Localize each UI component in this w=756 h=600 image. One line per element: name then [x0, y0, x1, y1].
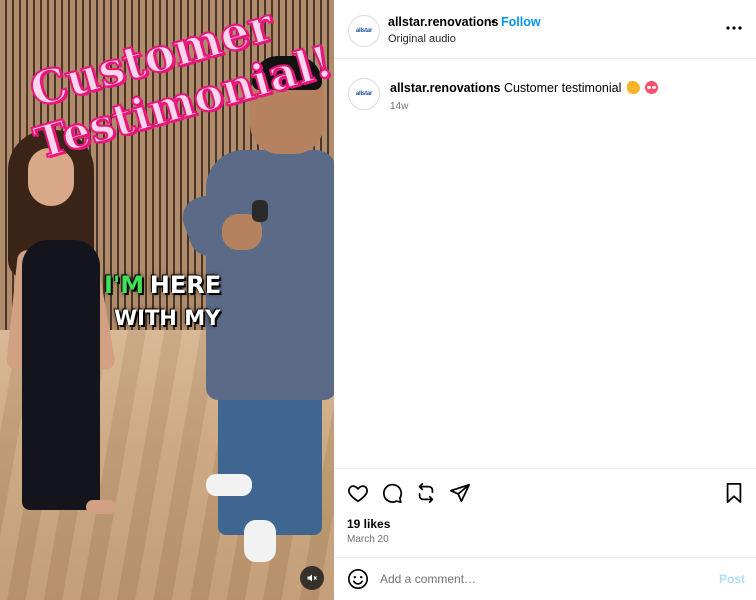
likes-count[interactable]: 19 likes: [347, 517, 390, 531]
subtitle-word-green: I'M: [104, 271, 145, 299]
person-man-shoe: [244, 520, 276, 562]
heart-eyes-emoji: [645, 81, 659, 94]
caption-username[interactable]: allstar.renovations: [390, 81, 500, 95]
comment-input[interactable]: [380, 569, 700, 589]
person-man-shirt: [206, 150, 334, 400]
heart-icon: [348, 485, 368, 503]
microphone: [252, 200, 268, 222]
action-bar: 19 likes March 20: [334, 468, 756, 556]
more-options-icon: [726, 26, 742, 30]
comment-icon: [383, 483, 403, 504]
share-button[interactable]: [448, 481, 472, 505]
repost-icon: [418, 482, 434, 504]
mute-button[interactable]: [300, 566, 324, 590]
smiley-icon: [348, 569, 368, 589]
more-options-button[interactable]: [722, 18, 746, 38]
speaker-muted-icon: [307, 574, 317, 582]
save-button[interactable]: [722, 481, 746, 505]
person-woman-body: [22, 240, 100, 510]
person-man-pants: [218, 385, 322, 535]
post-date[interactable]: March 20: [347, 534, 389, 545]
flexed-biceps-emoji: [626, 81, 640, 94]
follow-button[interactable]: Follow: [501, 15, 541, 29]
subtitle-line2: WITH MY: [114, 306, 221, 330]
caption-body: Customer testimonial: [503, 81, 622, 95]
emoji-picker-button[interactable]: [347, 568, 369, 590]
username-link[interactable]: allstar.renovations: [388, 15, 498, 29]
comment-button[interactable]: [380, 481, 404, 505]
add-comment-bar: Post: [334, 557, 756, 600]
share-icon: [449, 483, 471, 503]
post-header: allstar allstar.renovations • Follow Ori…: [334, 0, 756, 59]
repost-button[interactable]: [414, 481, 438, 505]
video-subtitle: I'M HERE WITH MY: [104, 270, 221, 333]
avatar[interactable]: allstar: [348, 78, 380, 110]
person-woman-foot: [86, 500, 116, 514]
person-man-shoe: [206, 474, 252, 496]
post-panel: allstar allstar.renovations • Follow Ori…: [334, 0, 756, 600]
like-button[interactable]: [346, 481, 370, 505]
avatar[interactable]: allstar: [348, 15, 380, 47]
video-player[interactable]: Customer Testimonial! I'M HERE WITH MY: [0, 0, 334, 600]
avatar-logo-text: allstar: [355, 28, 373, 34]
post-comment-button[interactable]: Post: [719, 572, 745, 586]
subtitle-word-white: HERE: [149, 271, 222, 299]
avatar-logo-text: allstar: [355, 91, 373, 97]
caption-text: allstar.renovations Customer testimonial: [390, 81, 659, 95]
separator-dot: •: [491, 14, 496, 29]
audio-link[interactable]: Original audio: [388, 33, 456, 45]
post-time[interactable]: 14w: [390, 101, 408, 112]
bookmark-icon: [726, 482, 742, 504]
